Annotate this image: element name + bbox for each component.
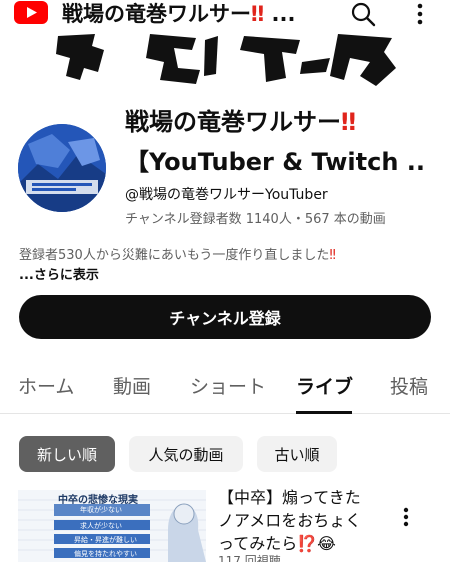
active-tab-indicator (296, 411, 352, 414)
chip-popular[interactable]: 人気の動画 (129, 436, 243, 472)
tab-shorts[interactable]: ショート (190, 372, 266, 399)
tab-videos[interactable]: 動画 (113, 372, 151, 399)
thumb-row: 偏見を持たれやすい (74, 550, 137, 558)
chip-newest[interactable]: 新しい順 (19, 436, 115, 472)
thumb-heading: 中卒の悲惨な現実 (58, 495, 138, 506)
channel-stats: チャンネル登録者数 1140人・567 本の動画 (125, 212, 386, 227)
chip-oldest[interactable]: 古い順 (257, 436, 337, 472)
top-app-bar: 戦場の竜巻ワルサー‼ ... (0, 0, 450, 28)
more-vert-icon[interactable] (398, 505, 414, 529)
channel-handle: @戦場の竜巻ワルサーYouTuber (125, 187, 328, 203)
banner-calligraphy-image (56, 34, 396, 86)
channel-tabs: ホーム 動画 ショート ライブ 投稿 (0, 358, 450, 414)
youtube-logo-icon[interactable] (14, 1, 48, 24)
channel-banner (0, 28, 450, 90)
more-vert-icon[interactable] (410, 0, 430, 28)
tab-posts[interactable]: 投稿 (390, 372, 428, 399)
channel-name-line1: 戦場の竜巻ワルサー‼ (125, 108, 357, 136)
video-view-count: 117 回視聴 (218, 554, 281, 562)
thumb-row: 昇給・昇進が難しい (74, 536, 137, 544)
video-title[interactable]: 【中卒】煽ってきた ノアメロをおちょく ってみたら⁉️😂 (218, 486, 390, 555)
tab-live[interactable]: ライブ (296, 372, 353, 399)
search-icon[interactable] (350, 1, 376, 27)
top-bar-title: 戦場の竜巻ワルサー‼ ... (62, 2, 296, 26)
channel-name-line2: 【YouTuber & Twitch .. (125, 148, 426, 176)
thumb-row: 年収が少ない (80, 506, 122, 514)
subscribe-button[interactable]: チャンネル登録 (19, 295, 431, 339)
channel-description[interactable]: 登録者530人から災難にあいもう一度作り直しました‼ (19, 244, 336, 263)
video-thumbnail[interactable]: 中卒の悲惨な現実 年収が少ない 求人が少ない 昇給・昇進が難しい 偏見を持たれや… (18, 490, 206, 562)
thumb-row: 求人が少ない (80, 522, 122, 530)
channel-avatar[interactable] (18, 124, 106, 212)
tab-home[interactable]: ホーム (18, 372, 74, 399)
show-more-link[interactable]: ...さらに表示 (19, 264, 99, 283)
